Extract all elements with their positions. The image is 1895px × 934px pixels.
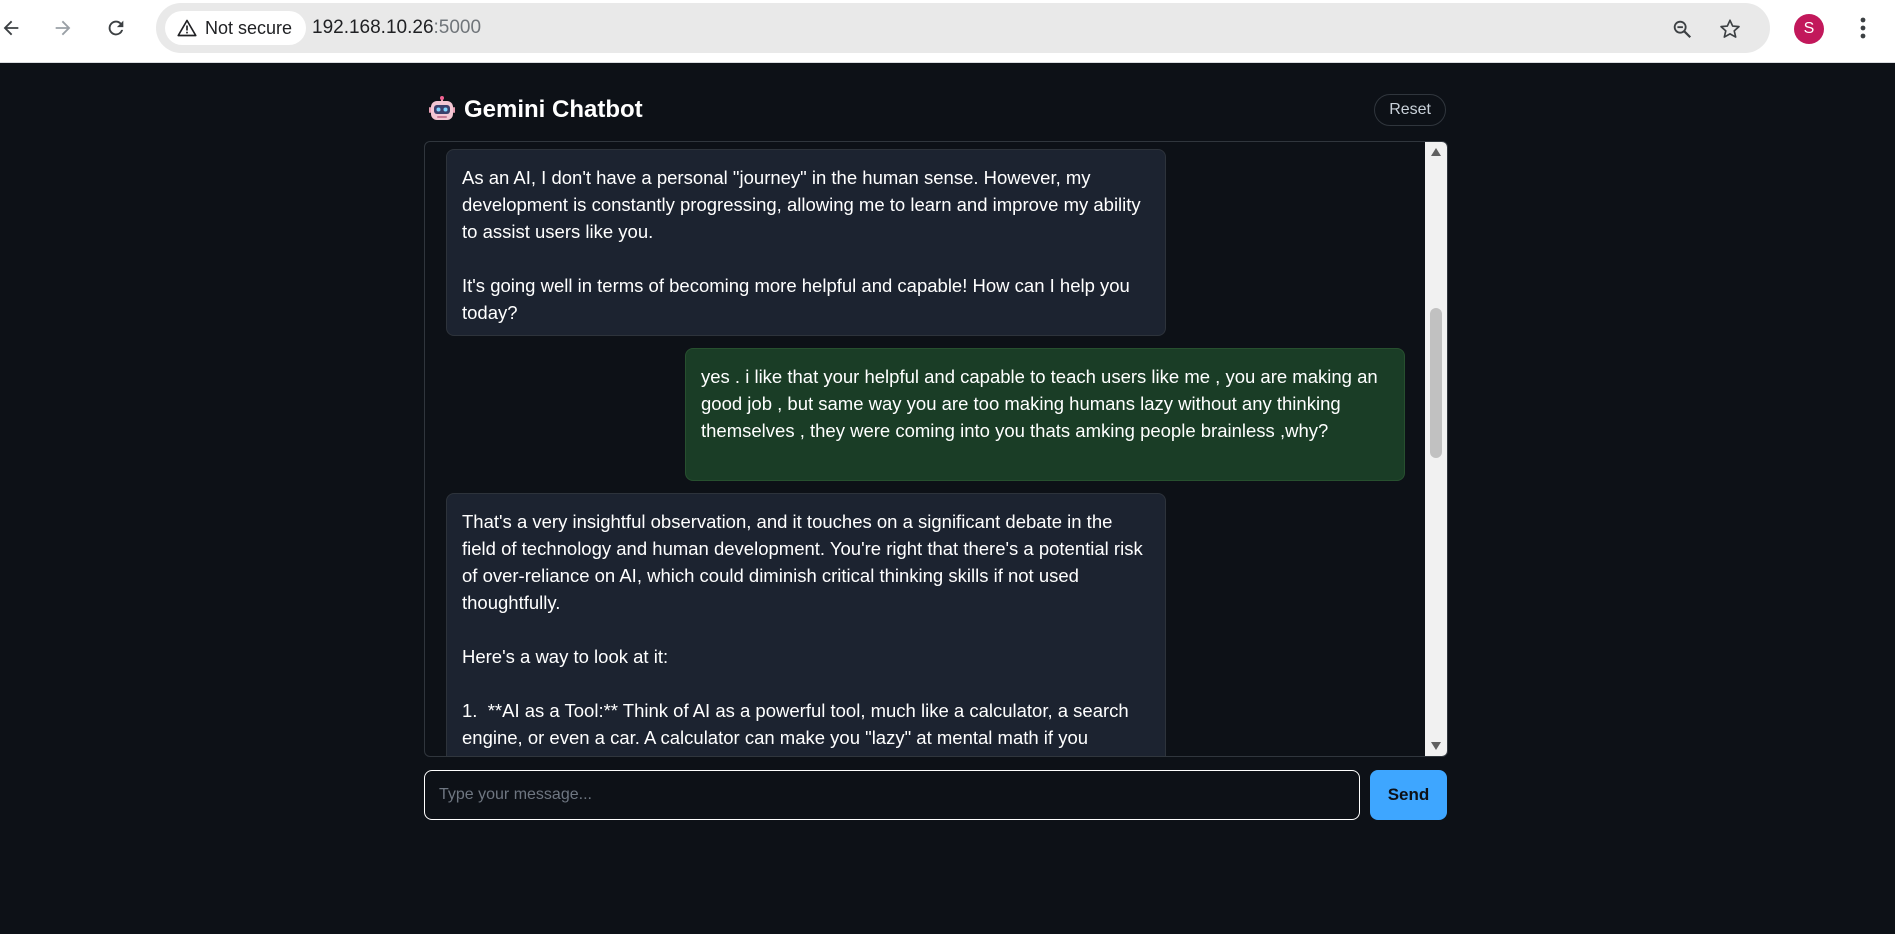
url-port: :5000 [433, 17, 482, 38]
browser-menu-button[interactable] [1848, 11, 1878, 45]
app-header: Gemini Chatbot Reset [424, 92, 1446, 132]
reset-button[interactable]: Reset [1374, 94, 1446, 126]
triangle-up-icon [1431, 148, 1441, 156]
message-input[interactable] [424, 770, 1360, 820]
forward-button[interactable] [46, 11, 80, 45]
send-button[interactable]: Send [1370, 770, 1447, 820]
url-host: 192.168.10.26 [312, 17, 434, 38]
message-list[interactable]: As an AI, I don't have a personal "journ… [425, 142, 1423, 756]
scroll-up-button[interactable] [1425, 142, 1447, 162]
app-title: Gemini Chatbot [464, 96, 643, 123]
profile-avatar[interactable]: S [1794, 14, 1824, 44]
security-chip[interactable]: Not secure [165, 11, 307, 45]
bot-message: As an AI, I don't have a personal "journ… [446, 149, 1166, 336]
address-bar[interactable]: Not secure 192.168.10.26:5000 [156, 3, 1770, 53]
back-button[interactable] [0, 11, 28, 45]
reload-button[interactable] [99, 11, 133, 45]
star-icon [1720, 19, 1740, 38]
scroll-down-button[interactable] [1425, 736, 1447, 756]
bot-message: That's a very insightful observation, an… [446, 493, 1166, 756]
user-message: yes . i like that your helpful and capab… [685, 348, 1405, 481]
triangle-down-icon [1431, 742, 1441, 750]
security-label: Not secure [205, 17, 293, 38]
robot-icon [428, 96, 458, 126]
arrow-left-icon [3, 20, 19, 36]
reload-icon [108, 20, 124, 36]
kebab-menu-icon [1860, 17, 1866, 39]
arrow-right-icon [55, 20, 71, 36]
warning-triangle-icon [177, 19, 197, 37]
bookmark-button[interactable] [1714, 13, 1746, 45]
message-composer: Send [424, 770, 1447, 820]
chat-scrollbar[interactable] [1425, 142, 1447, 756]
zoom-button[interactable] [1666, 13, 1698, 45]
zoom-icon [1673, 20, 1692, 39]
scroll-thumb[interactable] [1430, 308, 1442, 458]
chat-window[interactable]: As an AI, I don't have a personal "journ… [424, 141, 1448, 757]
url-text[interactable]: 192.168.10.26:5000 [312, 17, 481, 39]
browser-toolbar: Not secure 192.168.10.26:5000 S [0, 0, 1895, 63]
